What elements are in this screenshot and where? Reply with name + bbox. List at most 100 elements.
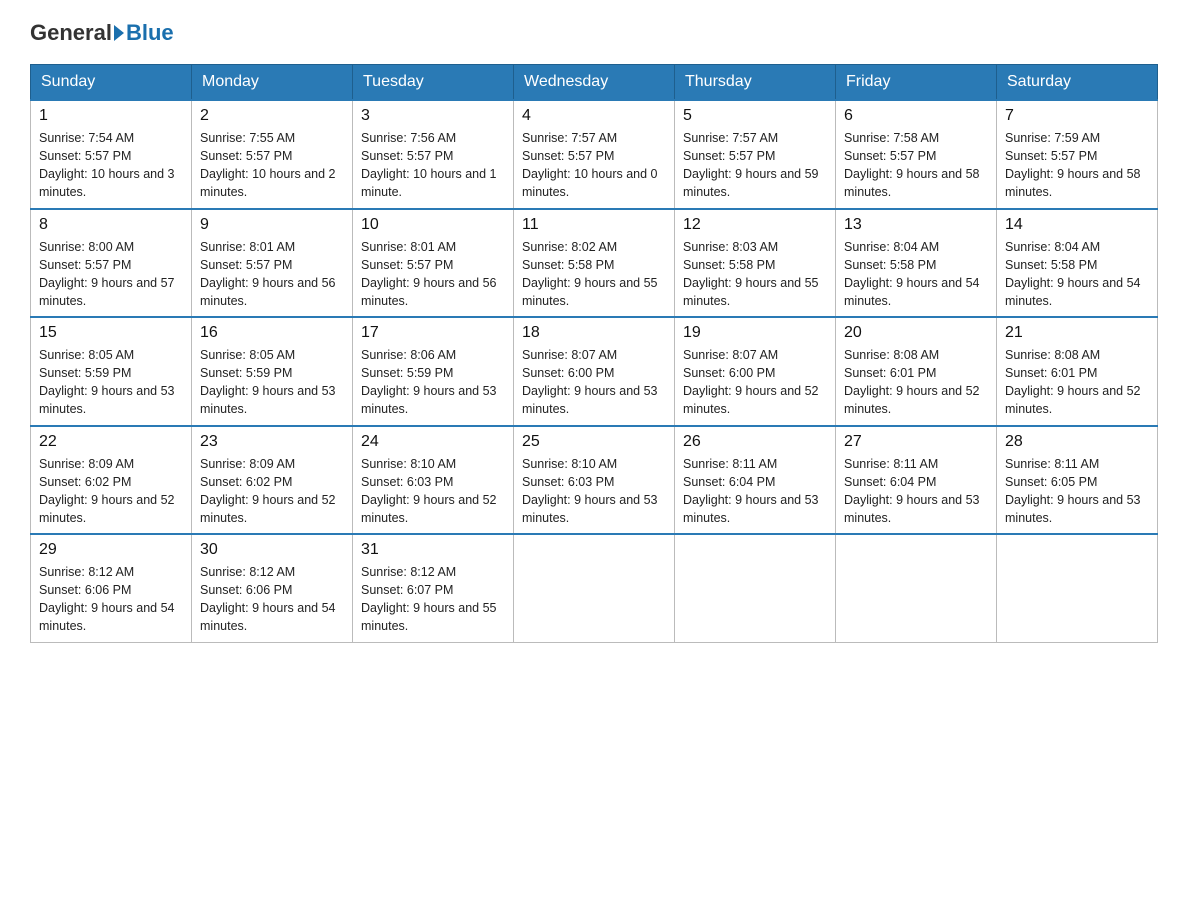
col-tuesday: Tuesday	[353, 65, 514, 101]
calendar-cell	[675, 534, 836, 642]
day-info: Sunrise: 8:01 AMSunset: 5:57 PMDaylight:…	[361, 238, 505, 311]
day-info: Sunrise: 8:12 AMSunset: 6:07 PMDaylight:…	[361, 563, 505, 636]
day-number: 27	[844, 433, 988, 451]
calendar-cell: 18 Sunrise: 8:07 AMSunset: 6:00 PMDayligh…	[514, 317, 675, 426]
day-info: Sunrise: 8:11 AMSunset: 6:05 PMDaylight:…	[1005, 455, 1149, 528]
day-info: Sunrise: 8:05 AMSunset: 5:59 PMDaylight:…	[39, 346, 183, 419]
day-info: Sunrise: 8:07 AMSunset: 6:00 PMDaylight:…	[683, 346, 827, 419]
calendar-cell: 21 Sunrise: 8:08 AMSunset: 6:01 PMDayligh…	[997, 317, 1158, 426]
day-number: 30	[200, 541, 344, 559]
day-info: Sunrise: 7:56 AMSunset: 5:57 PMDaylight:…	[361, 129, 505, 202]
calendar-cell: 10 Sunrise: 8:01 AMSunset: 5:57 PMDayligh…	[353, 209, 514, 318]
logo-arrow-icon	[114, 25, 124, 41]
calendar-cell	[997, 534, 1158, 642]
day-number: 4	[522, 107, 666, 125]
calendar-cell	[836, 534, 997, 642]
logo-general-text: General	[30, 20, 112, 46]
day-info: Sunrise: 8:00 AMSunset: 5:57 PMDaylight:…	[39, 238, 183, 311]
calendar-cell: 15 Sunrise: 8:05 AMSunset: 5:59 PMDayligh…	[31, 317, 192, 426]
day-number: 12	[683, 216, 827, 234]
calendar-cell: 16 Sunrise: 8:05 AMSunset: 5:59 PMDayligh…	[192, 317, 353, 426]
day-info: Sunrise: 8:04 AMSunset: 5:58 PMDaylight:…	[1005, 238, 1149, 311]
col-friday: Friday	[836, 65, 997, 101]
week-row-4: 22 Sunrise: 8:09 AMSunset: 6:02 PMDayligh…	[31, 426, 1158, 535]
calendar-cell: 13Sunrise: 8:04 AMSunset: 5:58 PMDayligh…	[836, 209, 997, 318]
col-saturday: Saturday	[997, 65, 1158, 101]
calendar-cell: 11Sunrise: 8:02 AMSunset: 5:58 PMDayligh…	[514, 209, 675, 318]
week-row-5: 29Sunrise: 8:12 AMSunset: 6:06 PMDayligh…	[31, 534, 1158, 642]
day-number: 9	[200, 216, 344, 234]
calendar-cell: 27 Sunrise: 8:11 AMSunset: 6:04 PMDayligh…	[836, 426, 997, 535]
calendar-cell: 14 Sunrise: 8:04 AMSunset: 5:58 PMDayligh…	[997, 209, 1158, 318]
day-info: Sunrise: 8:05 AMSunset: 5:59 PMDaylight:…	[200, 346, 344, 419]
day-info: Sunrise: 7:54 AMSunset: 5:57 PMDaylight:…	[39, 129, 183, 202]
calendar-cell: 29Sunrise: 8:12 AMSunset: 6:06 PMDayligh…	[31, 534, 192, 642]
day-number: 6	[844, 107, 988, 125]
week-row-1: 1 Sunrise: 7:54 AMSunset: 5:57 PMDaylight…	[31, 100, 1158, 209]
logo-blue-text: Blue	[126, 20, 174, 46]
day-number: 15	[39, 324, 183, 342]
day-info: Sunrise: 8:07 AMSunset: 6:00 PMDaylight:…	[522, 346, 666, 419]
day-number: 2	[200, 107, 344, 125]
day-info: Sunrise: 8:03 AMSunset: 5:58 PMDaylight:…	[683, 238, 827, 311]
day-info: Sunrise: 8:10 AMSunset: 6:03 PMDaylight:…	[522, 455, 666, 528]
day-number: 23	[200, 433, 344, 451]
day-number: 14	[1005, 216, 1149, 234]
day-number: 1	[39, 107, 183, 125]
day-number: 25	[522, 433, 666, 451]
day-info: Sunrise: 7:57 AMSunset: 5:57 PMDaylight:…	[683, 129, 827, 202]
day-info: Sunrise: 8:11 AMSunset: 6:04 PMDaylight:…	[844, 455, 988, 528]
calendar-cell: 26Sunrise: 8:11 AMSunset: 6:04 PMDayligh…	[675, 426, 836, 535]
calendar-cell: 4Sunrise: 7:57 AMSunset: 5:57 PMDaylight…	[514, 100, 675, 209]
day-info: Sunrise: 8:08 AMSunset: 6:01 PMDaylight:…	[1005, 346, 1149, 419]
calendar-cell: 17Sunrise: 8:06 AMSunset: 5:59 PMDayligh…	[353, 317, 514, 426]
page-header: General Blue	[30, 20, 1158, 46]
day-number: 18	[522, 324, 666, 342]
calendar-cell: 20Sunrise: 8:08 AMSunset: 6:01 PMDayligh…	[836, 317, 997, 426]
col-monday: Monday	[192, 65, 353, 101]
logo: General Blue	[30, 20, 174, 46]
calendar-cell: 6Sunrise: 7:58 AMSunset: 5:57 PMDaylight…	[836, 100, 997, 209]
day-number: 19	[683, 324, 827, 342]
day-info: Sunrise: 8:08 AMSunset: 6:01 PMDaylight:…	[844, 346, 988, 419]
day-number: 8	[39, 216, 183, 234]
day-number: 31	[361, 541, 505, 559]
day-number: 24	[361, 433, 505, 451]
day-info: Sunrise: 8:09 AMSunset: 6:02 PMDaylight:…	[200, 455, 344, 528]
day-number: 7	[1005, 107, 1149, 125]
day-info: Sunrise: 8:10 AMSunset: 6:03 PMDaylight:…	[361, 455, 505, 528]
day-number: 10	[361, 216, 505, 234]
calendar-cell: 9 Sunrise: 8:01 AMSunset: 5:57 PMDaylight…	[192, 209, 353, 318]
calendar-cell: 19 Sunrise: 8:07 AMSunset: 6:00 PMDayligh…	[675, 317, 836, 426]
day-number: 17	[361, 324, 505, 342]
day-info: Sunrise: 8:09 AMSunset: 6:02 PMDaylight:…	[39, 455, 183, 528]
day-info: Sunrise: 8:12 AMSunset: 6:06 PMDaylight:…	[200, 563, 344, 636]
calendar-cell: 25 Sunrise: 8:10 AMSunset: 6:03 PMDayligh…	[514, 426, 675, 535]
calendar-cell: 7 Sunrise: 7:59 AMSunset: 5:57 PMDaylight…	[997, 100, 1158, 209]
calendar-cell: 24 Sunrise: 8:10 AMSunset: 6:03 PMDayligh…	[353, 426, 514, 535]
calendar-cell: 31 Sunrise: 8:12 AMSunset: 6:07 PMDayligh…	[353, 534, 514, 642]
week-row-2: 8 Sunrise: 8:00 AMSunset: 5:57 PMDaylight…	[31, 209, 1158, 318]
col-sunday: Sunday	[31, 65, 192, 101]
calendar-table: Sunday Monday Tuesday Wednesday Thursday…	[30, 64, 1158, 643]
calendar-cell: 2 Sunrise: 7:55 AMSunset: 5:57 PMDaylight…	[192, 100, 353, 209]
day-info: Sunrise: 8:12 AMSunset: 6:06 PMDaylight:…	[39, 563, 183, 636]
calendar-cell: 8 Sunrise: 8:00 AMSunset: 5:57 PMDaylight…	[31, 209, 192, 318]
day-number: 26	[683, 433, 827, 451]
col-thursday: Thursday	[675, 65, 836, 101]
day-number: 5	[683, 107, 827, 125]
day-info: Sunrise: 7:59 AMSunset: 5:57 PMDaylight:…	[1005, 129, 1149, 202]
day-number: 28	[1005, 433, 1149, 451]
week-row-3: 15 Sunrise: 8:05 AMSunset: 5:59 PMDayligh…	[31, 317, 1158, 426]
day-info: Sunrise: 8:01 AMSunset: 5:57 PMDaylight:…	[200, 238, 344, 311]
day-info: Sunrise: 8:04 AMSunset: 5:58 PMDaylight:…	[844, 238, 988, 311]
calendar-cell: 5 Sunrise: 7:57 AMSunset: 5:57 PMDaylight…	[675, 100, 836, 209]
col-wednesday: Wednesday	[514, 65, 675, 101]
day-number: 21	[1005, 324, 1149, 342]
day-info: Sunrise: 7:55 AMSunset: 5:57 PMDaylight:…	[200, 129, 344, 202]
day-number: 22	[39, 433, 183, 451]
day-number: 16	[200, 324, 344, 342]
day-info: Sunrise: 8:02 AMSunset: 5:58 PMDaylight:…	[522, 238, 666, 311]
calendar-cell: 22 Sunrise: 8:09 AMSunset: 6:02 PMDayligh…	[31, 426, 192, 535]
calendar-cell: 12 Sunrise: 8:03 AMSunset: 5:58 PMDayligh…	[675, 209, 836, 318]
